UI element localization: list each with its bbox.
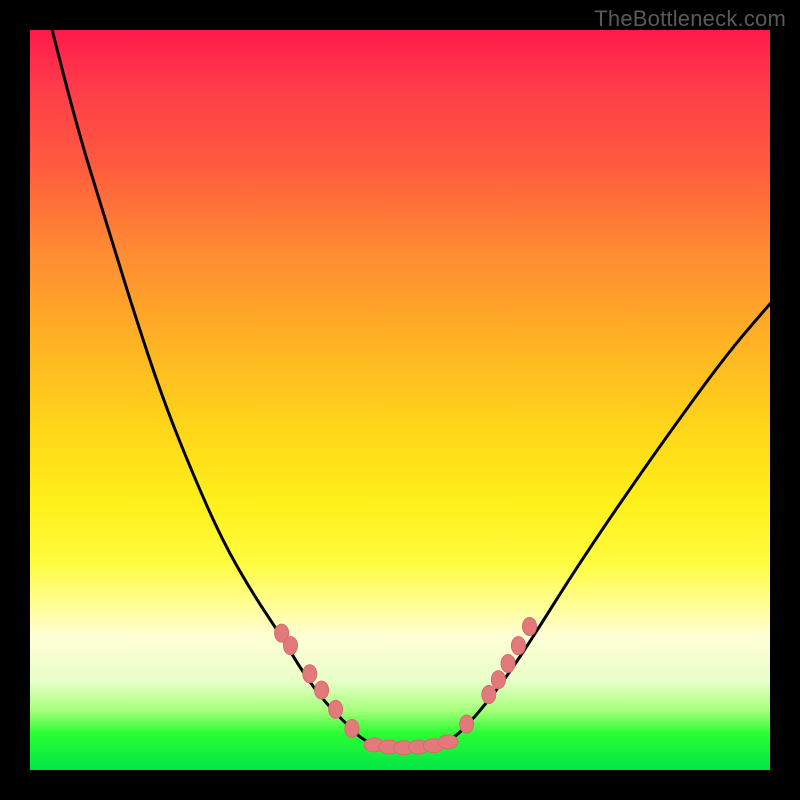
data-dot — [511, 637, 525, 655]
data-dot — [460, 715, 474, 733]
bottleneck-curve — [52, 30, 770, 748]
watermark-text: TheBottleneck.com — [594, 6, 786, 32]
data-dot — [523, 617, 537, 635]
curve-path — [52, 30, 770, 748]
data-dot — [303, 665, 317, 683]
data-dot — [482, 686, 496, 704]
data-dot — [501, 654, 515, 672]
data-dot — [329, 700, 343, 718]
data-dot — [345, 720, 359, 738]
data-dot — [315, 681, 329, 699]
curve-layer — [30, 30, 770, 770]
chart-frame: TheBottleneck.com — [0, 0, 800, 800]
data-dot — [438, 735, 458, 749]
data-dot — [283, 637, 297, 655]
plot-area — [30, 30, 770, 770]
data-dot — [491, 671, 505, 689]
